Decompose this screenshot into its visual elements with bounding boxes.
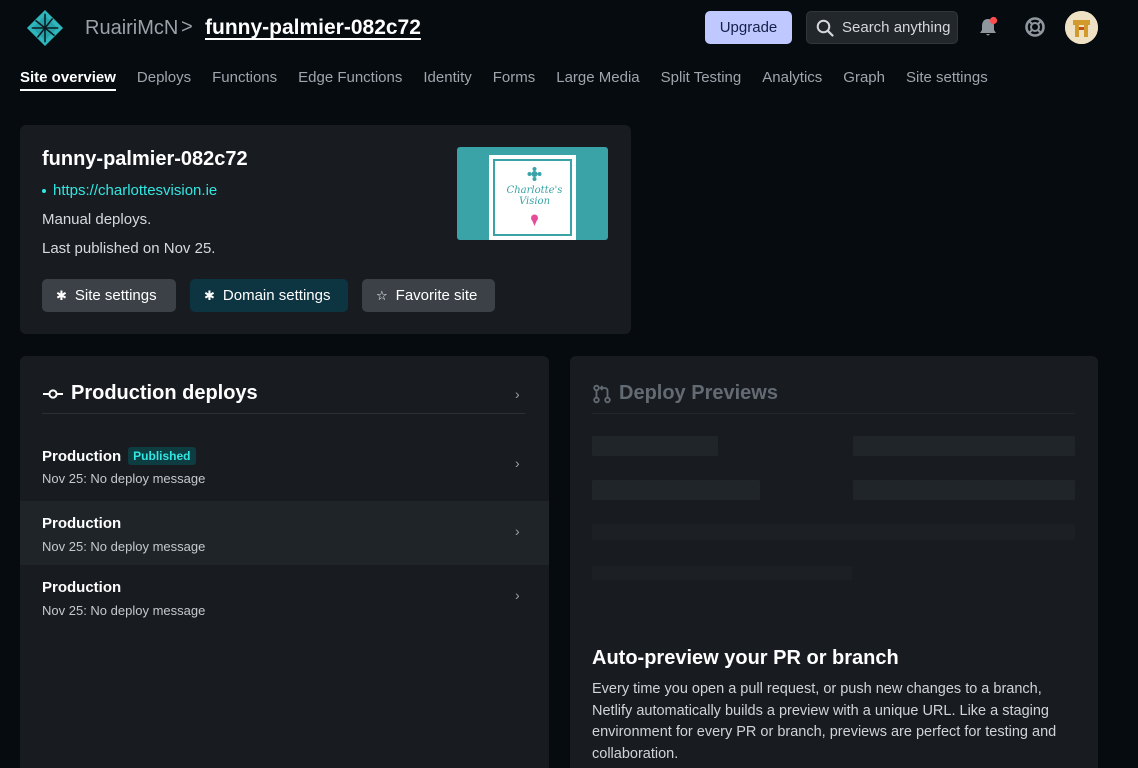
chevron-right-icon: › — [515, 587, 520, 603]
top-bar: RuairiMcN > funny-palmier-082c72 Upgrade… — [0, 0, 1138, 56]
favorite-site-label: Favorite site — [395, 287, 478, 304]
deploy-title: Production — [42, 515, 122, 532]
divider — [42, 413, 525, 414]
deploy-row[interactable]: Production Nov 25: No deploy message › — [20, 501, 549, 565]
deploy-mode-text: Manual deploys. — [42, 211, 152, 228]
deploy-previews-card: Deploy Previews Auto-preview your PR or … — [570, 356, 1098, 768]
chevron-right-icon: › — [515, 455, 520, 471]
deploy-row[interactable]: Production Nov 25: No deploy message › — [20, 565, 549, 629]
site-screenshot-thumbnail[interactable]: Charlotte's Vision — [457, 147, 608, 240]
site-overview-card: funny-palmier-082c72 https://charlottesv… — [20, 125, 631, 334]
divider — [592, 413, 1075, 414]
chevron-right-icon: › — [515, 523, 520, 539]
url-dot-icon — [42, 189, 46, 194]
site-settings-button[interactable]: ✱ Site settings — [42, 279, 176, 312]
pull-request-icon — [593, 384, 611, 403]
placeholder-bar — [592, 436, 718, 456]
deploy-title-line: Production — [42, 579, 121, 596]
site-name: funny-palmier-082c72 — [42, 148, 248, 170]
auto-preview-title: Auto-preview your PR or branch — [592, 647, 899, 669]
thumbnail-pin-icon — [531, 214, 538, 226]
placeholder-bar — [853, 480, 1075, 500]
deploy-title-line: Production Published — [42, 447, 196, 465]
thumbnail-frame: Charlotte's Vision — [493, 159, 572, 236]
star-icon: ☆ — [376, 287, 388, 303]
deploy-previews-title: Deploy Previews — [619, 382, 778, 404]
production-deploys-heading[interactable]: Production deploys — [42, 382, 258, 405]
placeholder-bar — [592, 480, 760, 500]
favorite-site-button[interactable]: ☆ Favorite site — [362, 279, 495, 312]
chevron-right-icon[interactable]: › — [515, 386, 520, 402]
breadcrumb-team[interactable]: RuairiMcN — [85, 17, 178, 40]
thumbnail-page: Charlotte's Vision — [489, 155, 576, 240]
tab-analytics[interactable]: Analytics — [762, 69, 822, 91]
published-badge: Published — [128, 447, 196, 465]
deploy-subtitle: Nov 25: No deploy message — [42, 471, 206, 486]
site-url-link[interactable]: https://charlottesvision.ie — [42, 182, 217, 199]
production-deploys-title: Production deploys — [71, 382, 258, 404]
production-deploys-card: Production deploys › Production Publishe… — [20, 356, 549, 768]
breadcrumb-separator: > — [181, 16, 193, 38]
deploy-subtitle: Nov 25: No deploy message — [42, 539, 206, 554]
bell-icon[interactable] — [977, 16, 999, 38]
domain-settings-label: Domain settings — [222, 287, 331, 304]
placeholder-bar — [592, 524, 1075, 540]
deploy-title-line: Production — [42, 515, 121, 532]
deploy-row[interactable]: Production Published Nov 25: No deploy m… — [20, 433, 549, 497]
gear-icon: ✱ — [204, 287, 215, 303]
tab-identity[interactable]: Identity — [423, 69, 471, 91]
netlify-logo-icon[interactable] — [26, 9, 64, 47]
search-icon — [816, 19, 834, 37]
site-tabs: Site overview Deploys Functions Edge Fun… — [20, 69, 1009, 91]
deploy-subtitle: Nov 25: No deploy message — [42, 603, 206, 618]
tab-functions[interactable]: Functions — [212, 69, 277, 91]
deploy-title: Production — [42, 447, 122, 465]
tab-forms[interactable]: Forms — [493, 69, 536, 91]
placeholder-bar — [592, 566, 852, 580]
thumbnail-flower-icon — [527, 167, 542, 181]
upgrade-button[interactable]: Upgrade — [705, 11, 792, 44]
gear-icon: ✱ — [56, 287, 67, 303]
thumbnail-title: Charlotte's Vision — [506, 185, 563, 207]
site-url-text: https://charlottesvision.ie — [53, 182, 218, 199]
breadcrumb-site[interactable]: funny-palmier-082c72 — [205, 16, 421, 40]
site-settings-label: Site settings — [74, 287, 157, 304]
search-button[interactable]: Search anything — [806, 11, 958, 44]
commit-icon — [43, 388, 63, 399]
domain-settings-button[interactable]: ✱ Domain settings — [190, 279, 348, 312]
tab-edge-functions[interactable]: Edge Functions — [298, 69, 402, 91]
deploy-previews-heading: Deploy Previews — [592, 382, 778, 405]
deploy-title: Production — [42, 579, 122, 596]
placeholder-bar — [853, 436, 1075, 456]
search-label: Search anything — [842, 19, 951, 36]
tab-split-testing[interactable]: Split Testing — [661, 69, 742, 91]
avatar[interactable] — [1065, 11, 1098, 44]
tab-site-overview[interactable]: Site overview — [20, 69, 116, 91]
help-lifebuoy-icon[interactable] — [1024, 16, 1046, 38]
tab-large-media[interactable]: Large Media — [556, 69, 639, 91]
auto-preview-description: Every time you open a pull request, or p… — [592, 681, 1057, 762]
last-published-text: Last published on Nov 25. — [42, 240, 216, 257]
tab-graph[interactable]: Graph — [843, 69, 885, 91]
tab-site-settings[interactable]: Site settings — [906, 69, 988, 91]
tab-deploys[interactable]: Deploys — [137, 69, 191, 91]
